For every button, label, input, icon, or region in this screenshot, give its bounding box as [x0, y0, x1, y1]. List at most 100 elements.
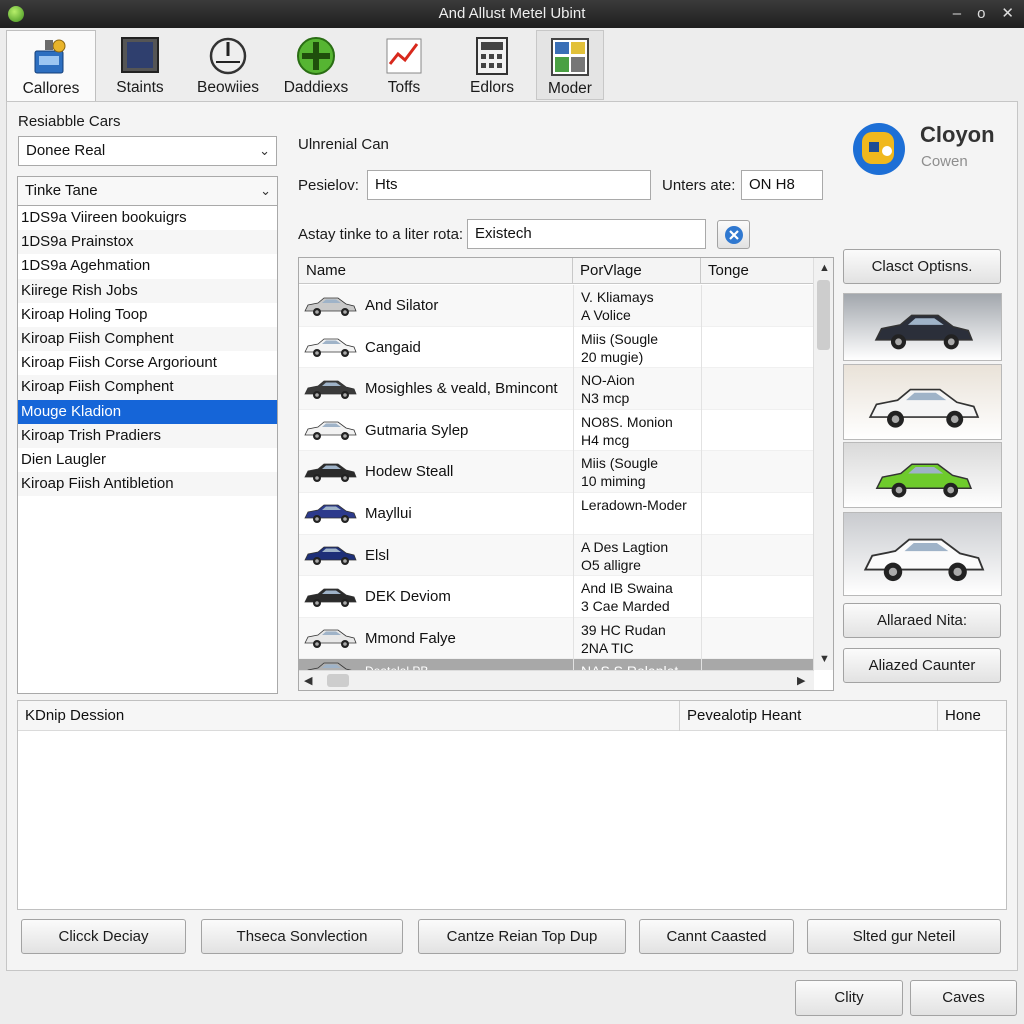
car-picture [850, 306, 996, 359]
car-photo[interactable] [843, 442, 1002, 508]
package-line: Miis (Sougle [581, 455, 659, 472]
prefix-input[interactable]: Hts [367, 170, 651, 200]
clear-filter-button[interactable] [717, 220, 750, 249]
minimize-button[interactable]: – [953, 0, 961, 28]
action-button-1[interactable]: Clicck Deciay [21, 919, 186, 954]
tab-beowiies[interactable]: Beowiies [184, 30, 272, 100]
list-item[interactable]: Kiroap Fiish Comphent [18, 375, 277, 400]
chevron-down-icon: ⌄ [260, 183, 271, 198]
list-item[interactable]: Kiirege Rish Jobs [18, 278, 277, 303]
car-thumbnail [301, 285, 359, 326]
allaraed-button[interactable]: Allaraed Nita: [843, 603, 1001, 638]
list-header-combo[interactable]: Tinke Tane ⌄ [17, 176, 278, 206]
tab-staints[interactable]: Staints [96, 30, 184, 100]
close-button[interactable]: ✕ [1001, 0, 1014, 28]
tab-label: Callores [22, 80, 80, 97]
car-filter-combo[interactable]: Donee Real ⌄ [18, 136, 277, 166]
car-package: NO8S. Monion H4 mcg [581, 410, 699, 451]
column-tonge[interactable]: Tonge [701, 258, 814, 284]
tab-toffs[interactable]: Toffs [360, 30, 448, 100]
maximize-button[interactable]: o [977, 0, 985, 28]
action-button-2[interactable]: Thseca Sonvlection [201, 919, 403, 954]
car-thumbnail [301, 368, 359, 409]
list-item[interactable]: Kiroap Trish Pradiers [18, 423, 277, 448]
select-options-button[interactable]: Clasct Optisns. [843, 249, 1001, 284]
package-line: V. Kliamays [581, 289, 654, 305]
table-row[interactable]: Mosighles & veald, Bmincont NO-Aion N3 mcp [299, 368, 814, 410]
units-input[interactable]: ON H8 [741, 170, 823, 200]
tab-label: Staints [116, 79, 164, 96]
prefix-value: Hts [375, 176, 398, 193]
window-title: And Allust Metel Ubint [438, 5, 586, 22]
cancel-button[interactable]: Caves [910, 980, 1017, 1016]
table-row[interactable]: And Silator V. Kliamays A Volice [299, 285, 814, 327]
column-home[interactable]: Hone [938, 701, 1006, 731]
table-row[interactable]: DEK Deviom And IB Swaina 3 Cae Marded [299, 576, 814, 618]
scroll-left-icon[interactable]: ◀ [304, 674, 312, 687]
package-line: 10 miming [581, 473, 646, 490]
package-line: N3 mcp [581, 390, 630, 407]
column-name[interactable]: Name [299, 258, 573, 284]
list-item[interactable]: 1DS9a Prainstox [18, 230, 277, 255]
clear-icon [724, 226, 743, 244]
plus-icon [296, 36, 336, 76]
scroll-thumb[interactable] [327, 674, 349, 687]
list-item[interactable]: Kiroap Fiish Comphent [18, 326, 277, 352]
column-height[interactable]: Pevealotip Heant [680, 701, 938, 731]
ok-button[interactable]: Clity [795, 980, 903, 1016]
cars-grid[interactable]: Name PorVlage Tonge And Silator V. Kliama… [298, 257, 834, 691]
action-button-4[interactable]: Cannt Caasted [639, 919, 794, 954]
car-list[interactable]: 1DS9a Viireen bookuigrs 1DS9a Prainstox 1D… [17, 206, 278, 694]
list-item[interactable]: Kiroap Fiish Antibletion [18, 472, 277, 497]
action-button-5[interactable]: Slted gur Neteil [807, 919, 1001, 954]
table-row[interactable]: Cangaid Miis (Sougle 20 mugie) [299, 327, 814, 369]
list-item[interactable]: Dien Laugler [18, 448, 277, 472]
column-package[interactable]: PorVlage [573, 258, 701, 284]
table-row[interactable]: Mayllui Leradown-Moder [299, 493, 814, 535]
car-picture [850, 528, 996, 592]
car-name: Mosighles & veald, Bmincont [365, 380, 558, 398]
tab-moder[interactable]: Moder [536, 30, 604, 100]
table-row[interactable]: Hodew Steall Miis (Sougle 10 miming [299, 451, 814, 493]
package-line: H4 mcg [581, 431, 630, 448]
main-toolbar: Callores Staints Beowiies Daddiexs Toffs… [6, 30, 604, 102]
grid-horizontal-scrollbar[interactable]: ◀ ▶ [299, 670, 814, 690]
table-row[interactable]: Gutmaria Sylep NO8S. Monion H4 mcg [299, 410, 814, 452]
action-button-3[interactable]: Cantze Reian Top Dup [418, 919, 626, 954]
car-photo[interactable] [843, 364, 1002, 440]
available-cars-label: Resiabble Cars [18, 113, 121, 130]
list-item[interactable]: Kiroap Fiish Corse Argoriount [18, 351, 277, 375]
car-photo[interactable] [843, 512, 1002, 596]
list-item[interactable]: 1DS9a Viireen bookuigrs [18, 206, 277, 230]
tab-daddiexs[interactable]: Daddiexs [272, 30, 360, 100]
package-line: A Volice [581, 307, 631, 323]
column-description[interactable]: KDnip Dession [18, 701, 680, 731]
car-photo[interactable] [843, 293, 1002, 361]
filter-value: Existech [475, 225, 532, 242]
list-item[interactable]: Mouge Kladion [18, 399, 277, 424]
details-table[interactable]: KDnip Dession Pevealotip Heant Hone [17, 700, 1007, 910]
aliazed-counter-button[interactable]: Aliazed Caunter [843, 648, 1001, 683]
package-line: Miis (Sougle [581, 330, 659, 347]
scroll-right-icon[interactable]: ▶ [797, 674, 805, 687]
tab-callores[interactable]: Callores [6, 30, 96, 102]
car-thumbnail [301, 451, 359, 492]
table-row[interactable]: Mmond Falye 39 HC Rudan 2NA TIC [299, 617, 814, 660]
brand-name: Cloyon [920, 122, 995, 147]
list-item[interactable]: 1DS9a Agehmation [18, 254, 277, 278]
list-item[interactable]: Kiroap Holing Toop [18, 303, 277, 327]
table-row[interactable]: Elsl A Des Lagtion O5 alligre [299, 534, 814, 577]
package-line: NO8S. Monion [581, 413, 673, 430]
tab-edlors[interactable]: Edlors [448, 30, 536, 100]
scroll-thumb[interactable] [817, 280, 830, 350]
car-package: Miis (Sougle 20 mugie) [581, 327, 699, 368]
logo-icon [853, 123, 905, 175]
package-line: A Des Lagtion [581, 538, 669, 555]
package-line: Leradown-Moder [581, 496, 687, 513]
scroll-up-icon[interactable]: ▲ [819, 262, 830, 274]
car-thumbnail [301, 618, 359, 659]
scroll-down-icon[interactable]: ▼ [819, 653, 830, 665]
car-thumbnail [301, 493, 359, 534]
filter-input[interactable]: Existech [467, 219, 706, 249]
grid-vertical-scrollbar[interactable]: ▲ ▼ [813, 258, 833, 670]
